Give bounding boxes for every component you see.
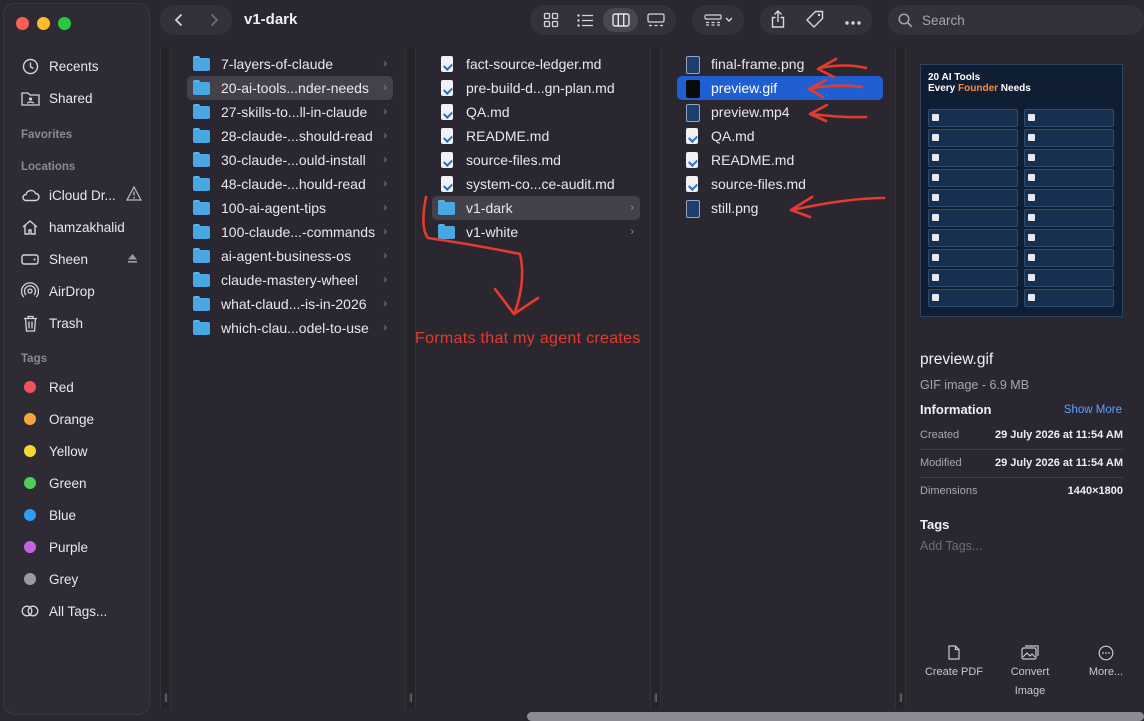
thumbnail-card (928, 229, 1018, 247)
thumbnail-card (928, 129, 1018, 147)
convert-image-button[interactable]: Convert Image (995, 645, 1065, 701)
info-label: Dimensions (920, 485, 978, 497)
thumbnail-card (1024, 109, 1114, 127)
thumbnail-card (928, 189, 1018, 207)
annotation-arrow-preview-mp4 (808, 103, 868, 123)
annotation-arrow-final-frame (816, 57, 868, 79)
tags-header: Tags (920, 517, 950, 532)
thumbnail-card (1024, 289, 1114, 307)
thumbnail-title-accent: Founder (958, 83, 999, 94)
ellipsis-circle-icon (1071, 645, 1141, 661)
divider (920, 477, 1123, 478)
thumbnail-title-line1: 20 AI Tools (928, 72, 981, 83)
annotation-arrow-preview-gif (807, 78, 864, 99)
thumbnail-title-line2c: Needs (998, 83, 1031, 94)
thumbnail-card (1024, 189, 1114, 207)
action-label: Create PDF (924, 666, 984, 678)
thumbnail-card (928, 289, 1018, 307)
create-pdf-button[interactable]: Create PDF (919, 645, 989, 682)
annotation-bracket-arrow (422, 195, 540, 316)
thumbnail-title: 20 AI Tools Every Founder Needs (928, 72, 1031, 94)
preview-thumbnail: 20 AI Tools Every Founder Needs (920, 64, 1123, 317)
divider (920, 449, 1123, 450)
annotation-arrow-still (789, 195, 886, 219)
info-row-modified: Modified 29 July 2026 at 11:54 AM (920, 457, 1123, 471)
thumbnail-card (1024, 269, 1114, 287)
add-tags-field[interactable]: Add Tags... (920, 539, 982, 553)
info-label: Created (920, 429, 960, 441)
preview-file-name: preview.gif (920, 351, 994, 368)
thumbnail-card (1024, 209, 1114, 227)
thumbnail-card (1024, 149, 1114, 167)
horizontal-scrollbar[interactable] (527, 712, 1144, 721)
info-value: 1440×1800 (1067, 485, 1123, 497)
thumbnail-card (928, 269, 1018, 287)
more-button[interactable]: More... (1071, 645, 1141, 682)
information-header: Information (920, 402, 992, 417)
action-label: More... (1088, 666, 1124, 678)
thumbnail-title-line2a: Every (928, 83, 959, 94)
info-row-created: Created 29 July 2026 at 11:54 AM (920, 429, 1123, 443)
convert-image-icon (995, 645, 1065, 661)
document-icon (919, 645, 989, 661)
finder-window: Recents Shared Favorites Locations iClou… (0, 0, 1144, 721)
thumbnail-card (928, 249, 1018, 267)
annotation-text: Formats that my agent creates (415, 330, 641, 347)
thumbnail-card (1024, 129, 1114, 147)
info-row-dimensions: Dimensions 1440×1800 (920, 485, 1123, 499)
thumbnail-card (1024, 249, 1114, 267)
thumbnail-card (928, 209, 1018, 227)
info-label: Modified (920, 457, 962, 469)
action-label: Convert Image (1010, 666, 1050, 697)
preview-file-kind: GIF image - 6.9 MB (920, 378, 1030, 392)
thumbnail-card (928, 109, 1018, 127)
info-value: 29 July 2026 at 11:54 AM (994, 457, 1123, 469)
thumbnail-card (928, 149, 1018, 167)
thumbnail-card (1024, 169, 1114, 187)
thumbnail-card (1024, 229, 1114, 247)
show-more-link[interactable]: Show More (1064, 404, 1122, 416)
thumbnail-card (928, 169, 1018, 187)
info-value: 29 July 2026 at 11:54 AM (994, 429, 1123, 441)
